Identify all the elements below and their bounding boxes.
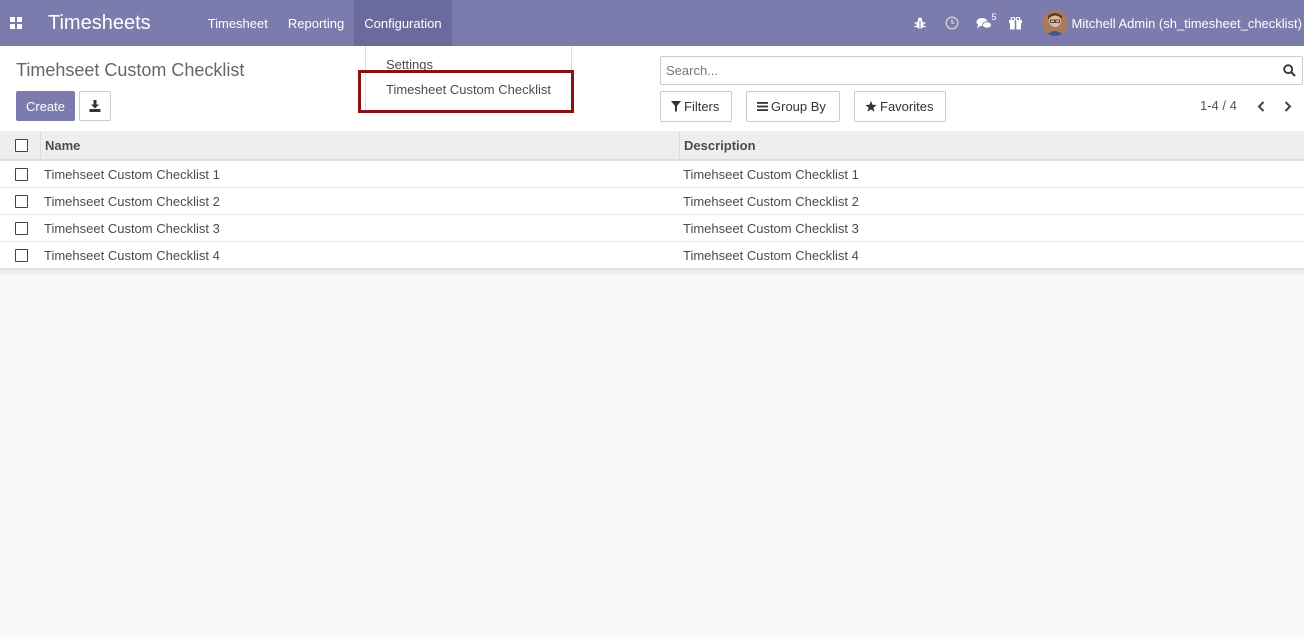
search-input[interactable] — [666, 63, 1266, 78]
clock-activity-icon[interactable] — [936, 0, 968, 46]
row-checkbox[interactable] — [15, 168, 28, 181]
column-header-name[interactable]: Name — [45, 138, 80, 153]
table-row[interactable]: Timehseet Custom Checklist 4 Timehseet C… — [0, 242, 1304, 269]
column-separator — [679, 131, 680, 161]
page-title: Timehseet Custom Checklist — [16, 60, 245, 80]
cell-description: Timehseet Custom Checklist 4 — [683, 248, 859, 263]
list-table: Name Description Timehseet Custom Checkl… — [0, 131, 1304, 275]
column-header-description[interactable]: Description — [684, 138, 756, 153]
column-separator — [40, 131, 41, 161]
chevron-right-icon — [1284, 100, 1292, 112]
search-icon[interactable] — [1283, 64, 1296, 77]
cell-name: Timehseet Custom Checklist 3 — [44, 221, 220, 236]
cell-description: Timehseet Custom Checklist 3 — [683, 221, 859, 236]
table-footer — [0, 269, 1304, 275]
highlight-box — [358, 70, 574, 113]
create-button[interactable]: Create — [16, 91, 75, 121]
export-download-button[interactable] — [79, 91, 111, 121]
favorites-button[interactable]: Favorites — [854, 91, 946, 122]
user-name: Mitchell Admin (sh_timesheet_checklist) — [1071, 15, 1302, 31]
download-icon — [89, 100, 101, 112]
pager-next-button[interactable] — [1278, 96, 1298, 116]
groupby-label: Group By — [771, 99, 826, 114]
groupby-button[interactable]: Group By — [746, 91, 840, 122]
cell-description: Timehseet Custom Checklist 1 — [683, 167, 859, 182]
row-checkbox[interactable] — [15, 195, 28, 208]
user-menu[interactable]: Mitchell Admin (sh_timesheet_checklist) — [1032, 0, 1304, 46]
row-checkbox[interactable] — [15, 222, 28, 235]
table-header: Name Description — [0, 131, 1304, 161]
pager-value[interactable]: 1-4 / 4 — [1200, 98, 1237, 113]
select-all-checkbox[interactable] — [15, 139, 28, 152]
systray: 5 Mitchell Admin (sh_timesheet_checklist… — [904, 0, 1304, 46]
menu-reporting[interactable]: Reporting — [278, 0, 354, 46]
cell-name: Timehseet Custom Checklist 4 — [44, 248, 220, 263]
control-panel: Timehseet Custom Checklist Create Filter… — [0, 46, 1304, 132]
chevron-left-icon — [1257, 100, 1265, 112]
table-row[interactable]: Timehseet Custom Checklist 1 Timehseet C… — [0, 161, 1304, 188]
pager-previous-button[interactable] — [1251, 96, 1271, 116]
search-box[interactable] — [660, 56, 1303, 85]
list-bars-icon — [757, 102, 768, 111]
debug-bug-icon[interactable] — [904, 0, 936, 46]
filters-button[interactable]: Filters — [660, 91, 732, 122]
cell-name: Timehseet Custom Checklist 1 — [44, 167, 220, 182]
filters-label: Filters — [684, 99, 720, 114]
menu-configuration[interactable]: Configuration — [354, 0, 452, 46]
app-brand: Timesheets — [48, 11, 151, 34]
table-row[interactable]: Timehseet Custom Checklist 3 Timehseet C… — [0, 215, 1304, 242]
chat-badge: 5 — [991, 12, 997, 22]
cell-name: Timehseet Custom Checklist 2 — [44, 194, 220, 209]
star-icon — [865, 101, 877, 112]
favorites-label: Favorites — [880, 99, 934, 114]
avatar — [1041, 10, 1068, 36]
grid-icon — [10, 17, 22, 29]
menu-timesheet[interactable]: Timesheet — [198, 0, 278, 46]
top-navbar: Timesheets Timesheet Reporting Configura… — [0, 0, 1304, 46]
apps-menu-button[interactable] — [0, 0, 32, 46]
table-row[interactable]: Timehseet Custom Checklist 2 Timehseet C… — [0, 188, 1304, 215]
cell-description: Timehseet Custom Checklist 2 — [683, 194, 859, 209]
row-checkbox[interactable] — [15, 249, 28, 262]
filter-icon — [671, 101, 681, 112]
chat-messages-icon[interactable]: 5 — [968, 0, 1000, 46]
gift-icon[interactable] — [1000, 0, 1032, 46]
